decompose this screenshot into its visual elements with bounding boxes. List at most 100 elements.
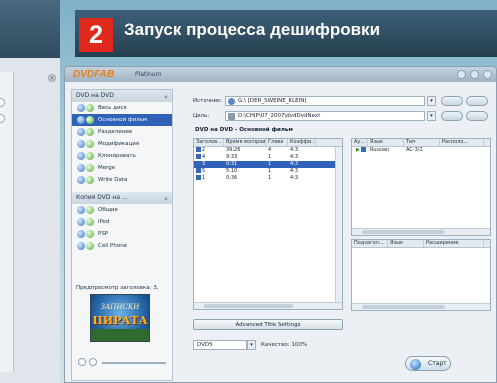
table-row[interactable]: ▶ Russian AC-3/2 (352, 147, 490, 154)
mode-icon (77, 140, 95, 148)
audio-table[interactable]: Ау... Язык Тип Располо... ▶ Russian AC-3/2 (351, 138, 491, 236)
table-cell: 0:36 (226, 175, 238, 181)
horizontal-scrollbar[interactable] (352, 228, 490, 235)
sidebar-item-label: Клонировать (98, 153, 136, 159)
sidebar-item-mobile-3[interactable]: Cell Phone (72, 240, 172, 252)
preview-slider[interactable] (102, 362, 166, 364)
mode-icon (77, 104, 95, 112)
titles-table-body: 2 39:26 4 4:3 4 9:33 1 4:3 3 0:31 1 4:3 5 5:10 1 4:3 1 0:… (194, 147, 342, 182)
audio-table-header: Ау... Язык Тип Располо... (352, 139, 490, 147)
mode-icon (77, 152, 95, 160)
dvd-panel-header[interactable]: DVD на DVD « (72, 90, 172, 102)
sidebar-item-mobile-0[interactable]: Общие (72, 204, 172, 216)
maximize-icon[interactable] (470, 70, 479, 79)
column-header[interactable]: Располо... (440, 139, 484, 146)
start-label: Старт (428, 360, 447, 367)
table-row[interactable]: 5 5:10 1 4:3 (194, 168, 342, 175)
sidebar-item-dvd-3[interactable]: Модификация (72, 138, 172, 150)
eject-button[interactable] (466, 96, 488, 106)
sidebar-item-label: iPod (98, 219, 110, 225)
zoom-in-icon[interactable] (78, 358, 86, 366)
table-cell: 1 (202, 175, 206, 181)
column-header[interactable]: Глава (266, 139, 288, 146)
horizontal-scrollbar[interactable] (194, 302, 342, 309)
sidebar-item-label: Весь диск (98, 105, 127, 111)
table-cell (440, 147, 484, 154)
table-cell: 4:3 (290, 175, 299, 181)
background-window: × (0, 0, 60, 383)
mode-icon (77, 206, 95, 214)
column-header[interactable]: Язык (368, 139, 404, 146)
zoom-out-icon[interactable] (89, 358, 97, 366)
mode-icon (77, 128, 95, 136)
target-dropdown[interactable]: ▾ (427, 111, 436, 121)
table-row[interactable]: 4 9:33 1 4:3 (194, 154, 342, 161)
app-edition: Platinum (135, 71, 162, 78)
column-header[interactable]: Язык (388, 240, 424, 247)
section-title: DVD на DVD - Основной фильм (195, 127, 293, 133)
app-logo: DVDFAB (73, 69, 115, 80)
sidebar-item-label: Cell Phone (98, 243, 128, 249)
sidebar-item-dvd-1[interactable]: Основной фильм (72, 114, 172, 126)
table-cell: 1 (268, 168, 272, 174)
table-row[interactable]: 2 39:26 4 4:3 (194, 147, 342, 154)
horizontal-scrollbar[interactable] (352, 303, 490, 310)
sidebar-item-dvd-2[interactable]: Разделение (72, 126, 172, 138)
sidebar: DVD на DVD « Весь диск Основной фильм Разде… (71, 89, 173, 381)
advanced-title-settings-button[interactable]: Advanced Title Settings (193, 319, 343, 330)
sidebar-item-label: Модификация (98, 141, 140, 147)
mode-icon (77, 218, 95, 226)
column-header[interactable]: Расширение (424, 240, 484, 247)
checkbox[interactable] (361, 147, 367, 152)
preview-text-top: ЗАПИСКИ (100, 303, 140, 311)
browse-source-button[interactable] (441, 96, 463, 106)
target-field[interactable]: D:\CHIP\07_2007\dvdDvdNext (225, 111, 425, 121)
table-row[interactable]: 3 0:31 1 4:3 (194, 161, 342, 168)
sidebar-item-dvd-6[interactable]: Write Data (72, 174, 172, 186)
mobile-panel-header[interactable]: Копия DVD на ... « (72, 192, 172, 204)
column-header[interactable]: Подзагол... (352, 240, 388, 247)
sidebar-item-label: Merge (98, 165, 116, 171)
minimize-icon[interactable] (457, 70, 466, 79)
table-cell: 4 (202, 154, 206, 160)
play-icon (410, 359, 421, 370)
source-field[interactable]: G:\ [DER_SWEINE_KLEIN] (225, 96, 425, 106)
column-header[interactable]: Ау... (352, 139, 368, 146)
table-cell: 9:33 (226, 154, 238, 160)
mobile-mode-list: Общие iPod PSP Cell Phone (72, 204, 172, 252)
mode-icon (77, 116, 95, 124)
table-cell: 1 (268, 154, 272, 160)
subtitle-table[interactable]: Подзагол... Язык Расширение (351, 239, 491, 311)
sidebar-item-mobile-1[interactable]: iPod (72, 216, 172, 228)
play-icon: ▶ (356, 147, 360, 153)
options-button[interactable] (466, 111, 488, 121)
sidebar-item-dvd-5[interactable]: Merge (72, 162, 172, 174)
title-icon (196, 161, 201, 166)
column-header[interactable]: Время воспрои... (224, 139, 266, 146)
sidebar-item-mobile-2[interactable]: PSP (72, 228, 172, 240)
source-dropdown[interactable]: ▾ (427, 96, 436, 106)
column-header[interactable]: Коэффи... (288, 139, 316, 146)
sidebar-item-dvd-0[interactable]: Весь диск (72, 102, 172, 114)
titles-table[interactable]: Заголов... Время воспрои... Глава Коэффи...… (193, 138, 343, 310)
close-icon[interactable]: × (48, 74, 56, 82)
table-cell: 4:3 (290, 154, 299, 160)
format-select[interactable]: DVD5 (193, 340, 247, 350)
format-dropdown[interactable]: ▾ (247, 340, 256, 350)
dvdfab-window: DVDFAB Platinum DVD на DVD « Весь диск Осн… (64, 66, 497, 383)
title-icon (196, 175, 201, 180)
column-header[interactable]: Заголов... (194, 139, 224, 146)
close-icon[interactable] (483, 70, 492, 79)
mode-icon (77, 164, 95, 172)
column-header[interactable]: Тип (404, 139, 440, 146)
mode-icon (77, 230, 95, 238)
table-row[interactable]: 1 0:36 1 4:3 (194, 175, 342, 182)
step-number: 2 (79, 18, 113, 52)
table-cell: 3 (202, 161, 206, 167)
browse-target-button[interactable] (441, 111, 463, 121)
table-cell: 0:31 (226, 161, 238, 167)
vertical-scrollbar[interactable] (335, 147, 342, 302)
table-cell: 39:26 (226, 147, 241, 153)
sidebar-item-dvd-4[interactable]: Клонировать (72, 150, 172, 162)
start-button[interactable]: Старт (405, 356, 451, 371)
